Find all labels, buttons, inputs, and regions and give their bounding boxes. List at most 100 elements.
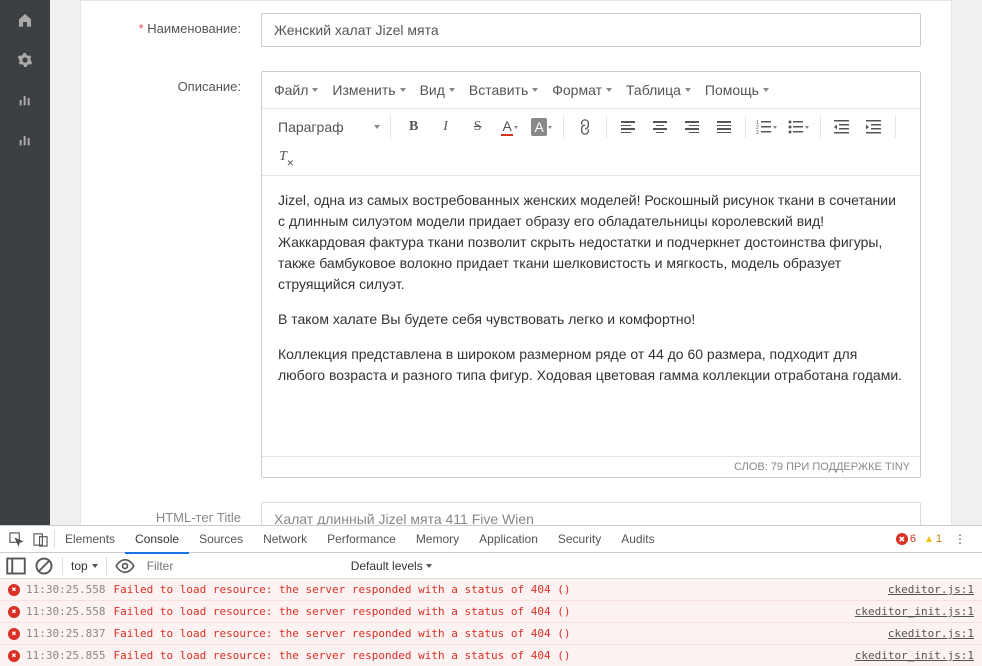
sidebar-item-settings[interactable] [0, 40, 50, 80]
log-timestamp: 11:30:25.558 [26, 581, 105, 598]
text-color-icon: A [501, 118, 512, 136]
device-toggle-button[interactable] [30, 529, 50, 549]
link-button[interactable] [570, 113, 600, 141]
svg-text:3: 3 [756, 130, 759, 135]
bold-button[interactable]: B [399, 113, 429, 141]
error-icon: ✖ [8, 628, 20, 640]
unordered-list-button[interactable] [784, 113, 814, 141]
indent-button[interactable] [859, 113, 889, 141]
menu-file[interactable]: Файл [268, 76, 324, 104]
device-icon [33, 532, 48, 547]
paragraph: Коллекция представлена в широком размерн… [278, 344, 904, 386]
row-html-title: HTML-тег Title [81, 490, 951, 525]
bar-chart-icon [17, 132, 33, 148]
log-levels-select[interactable]: Default levels [351, 559, 432, 573]
ordered-list-icon: 123 [756, 119, 772, 135]
strike-button[interactable]: S [463, 113, 493, 141]
error-icon: ✖ [8, 650, 20, 662]
align-right-button[interactable] [677, 113, 707, 141]
warning-count-badge[interactable]: 1 [924, 533, 942, 545]
live-expression-button[interactable] [115, 556, 135, 576]
editor-toolbar: Параграф B I S A A 123 [262, 109, 920, 176]
paragraph: Jizel, одна из самых востребованных женс… [278, 190, 904, 295]
editor-menubar: Файл Изменить Вид Вставить Формат Таблиц… [262, 72, 920, 109]
clear-format-button[interactable]: T✕ [268, 143, 298, 171]
devtools-tabs: Elements Console Sources Network Perform… [0, 526, 982, 553]
context-select[interactable]: top [71, 559, 98, 573]
tab-security[interactable]: Security [548, 526, 611, 552]
title-input[interactable] [261, 502, 921, 525]
tab-sources[interactable]: Sources [189, 526, 253, 552]
indent-icon [866, 119, 882, 135]
tab-network[interactable]: Network [253, 526, 317, 552]
chevron-down-icon [426, 564, 432, 568]
tab-performance[interactable]: Performance [317, 526, 406, 552]
tab-application[interactable]: Application [469, 526, 548, 552]
error-icon: ✖ [8, 584, 20, 596]
log-timestamp: 11:30:25.837 [26, 625, 105, 642]
error-count-badge[interactable]: 6 [896, 533, 916, 545]
name-input[interactable] [261, 13, 921, 47]
outdent-icon [834, 119, 850, 135]
log-source-link[interactable]: ckeditor.js:1 [888, 625, 974, 642]
sidebar-toggle-icon [6, 556, 26, 576]
log-source-link[interactable]: ckeditor.js:1 [888, 581, 974, 598]
sidebar-item-stats-1[interactable] [0, 80, 50, 120]
console-filter-input[interactable] [143, 557, 343, 575]
menu-help[interactable]: Помощь [699, 76, 775, 104]
align-center-button[interactable] [645, 113, 675, 141]
bg-color-button[interactable]: A [527, 113, 557, 141]
paragraph: В таком халате Вы будете себя чувствоват… [278, 309, 904, 330]
devtools-menu-button[interactable]: ⋮ [950, 532, 970, 546]
log-message: Failed to load resource: the server resp… [113, 625, 887, 642]
editor-content-area[interactable]: Jizel, одна из самых востребованных женс… [262, 176, 920, 456]
chevron-down-icon [312, 88, 318, 92]
menu-table[interactable]: Таблица [620, 76, 697, 104]
menu-format[interactable]: Формат [546, 76, 618, 104]
devtools-panel: Elements Console Sources Network Perform… [0, 525, 982, 666]
tab-elements[interactable]: Elements [55, 526, 125, 552]
sidebar-item-stats-2[interactable] [0, 120, 50, 160]
menu-insert[interactable]: Вставить [463, 76, 544, 104]
text-color-button[interactable]: A [495, 113, 525, 141]
row-description: Описание: Файл Изменить Вид Вставить Фор… [81, 59, 951, 490]
ordered-list-button[interactable]: 123 [752, 113, 782, 141]
console-log-row: ✖ 11:30:25.837 Failed to load resource: th… [0, 623, 982, 645]
bar-chart-icon [17, 92, 33, 108]
gear-icon [17, 52, 33, 68]
align-justify-button[interactable] [709, 113, 739, 141]
chevron-down-icon [532, 88, 538, 92]
sidebar-item-home[interactable] [0, 0, 50, 40]
bg-color-icon: A [531, 118, 546, 136]
log-timestamp: 11:30:25.558 [26, 603, 105, 620]
console-toolbar: top Default levels [0, 553, 982, 579]
chevron-down-icon [449, 88, 455, 92]
block-format-select[interactable]: Параграф [268, 115, 391, 139]
label-name: * Наименование: [81, 13, 261, 36]
form-panel: * Наименование: Описание: Файл Изменить … [80, 0, 952, 525]
clear-console-button[interactable] [34, 556, 54, 576]
menu-view[interactable]: Вид [414, 76, 461, 104]
tab-memory[interactable]: Memory [406, 526, 469, 552]
italic-button[interactable]: I [431, 113, 461, 141]
chevron-down-icon [514, 126, 518, 129]
align-left-icon [621, 121, 635, 133]
main-content: * Наименование: Описание: Файл Изменить … [50, 0, 982, 525]
outdent-button[interactable] [827, 113, 857, 141]
tab-console[interactable]: Console [125, 526, 189, 554]
chevron-down-icon [805, 126, 809, 129]
chevron-down-icon [773, 126, 777, 129]
log-source-link[interactable]: ckeditor_init.js:1 [855, 603, 974, 620]
link-icon [573, 116, 596, 139]
chevron-down-icon [400, 88, 406, 92]
eye-icon [115, 556, 135, 576]
inspect-element-button[interactable] [6, 529, 26, 549]
chevron-down-icon [548, 126, 552, 129]
align-left-button[interactable] [613, 113, 643, 141]
menu-edit[interactable]: Изменить [326, 76, 411, 104]
tab-audits[interactable]: Audits [611, 526, 664, 552]
chevron-down-icon [685, 88, 691, 92]
log-source-link[interactable]: ckeditor_init.js:1 [855, 647, 974, 664]
console-sidebar-toggle[interactable] [6, 556, 26, 576]
chevron-down-icon [606, 88, 612, 92]
